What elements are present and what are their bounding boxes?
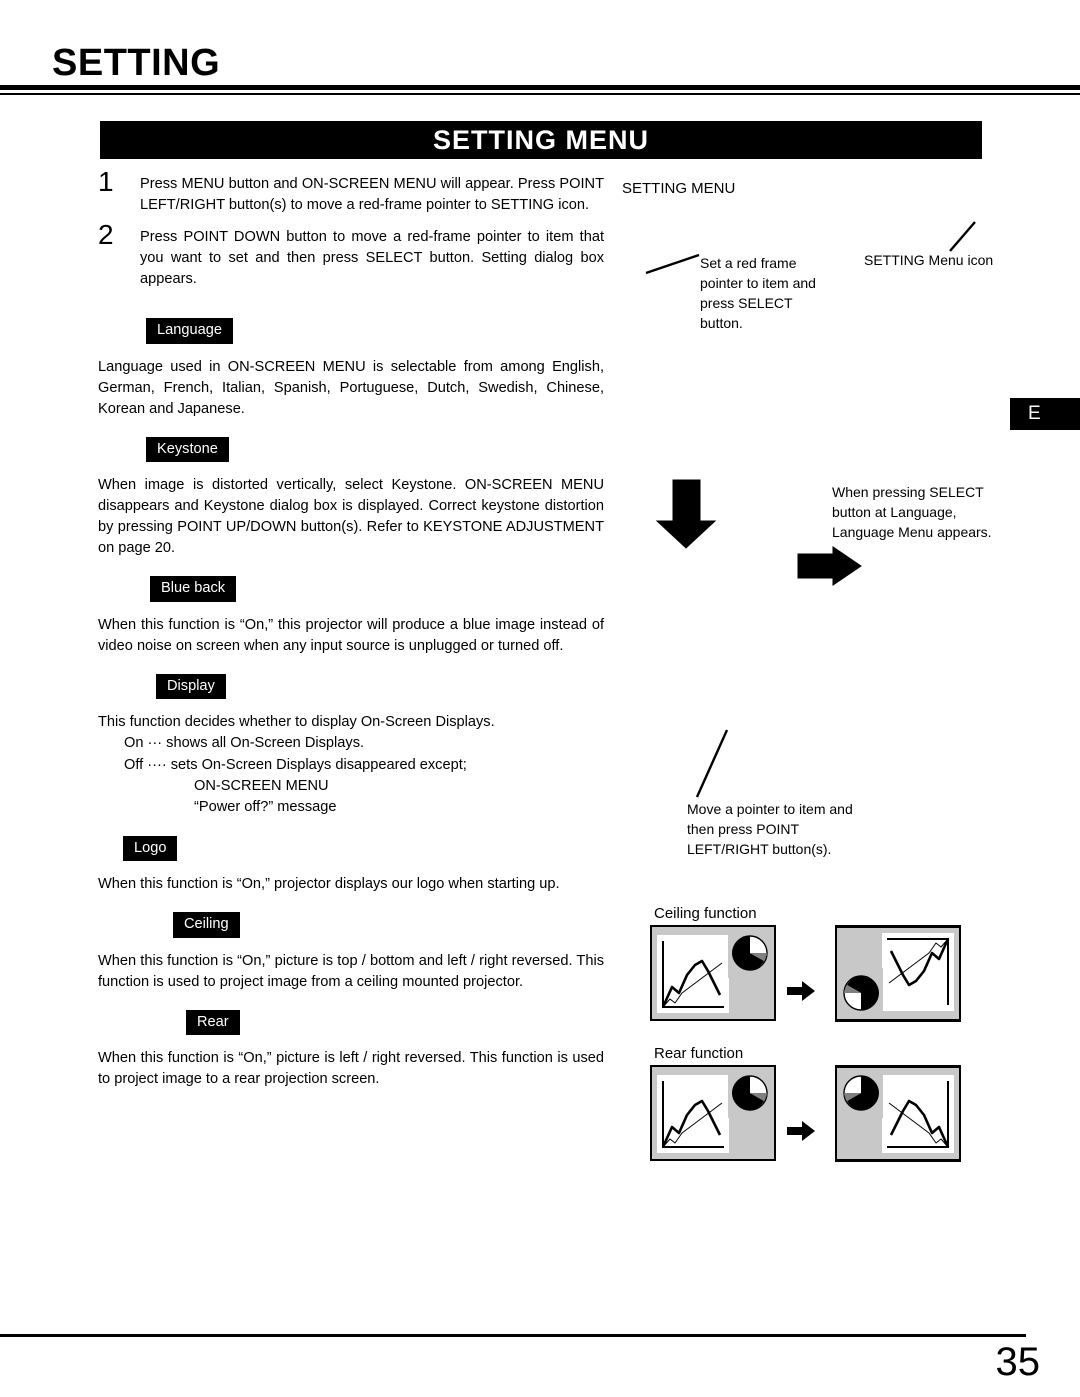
page-number: 35 xyxy=(995,1340,1041,1384)
document-page: SETTING SETTING MENU E 1 Press MENU butt… xyxy=(0,0,1080,1397)
step-text: Press POINT DOWN button to move a red-fr… xyxy=(140,229,604,287)
section-blue-back: Blue back When this function is “On,” th… xyxy=(98,559,604,657)
annotation-select-language: When pressing SELECT button at Language,… xyxy=(832,484,992,541)
annotation-set-red-frame: Set a red frame pointer to item and pres… xyxy=(700,255,816,332)
arrow-right-icon xyxy=(787,1121,815,1141)
step-number: 2 xyxy=(98,219,114,250)
annotation-setting-menu-caption: SETTING MENU xyxy=(622,180,736,197)
step-1: 1 Press MENU button and ON-SCREEN MENU w… xyxy=(98,168,604,216)
section-tag-blue-back: Blue back xyxy=(150,576,237,602)
rear-after-panel xyxy=(835,1065,961,1161)
display-option-off-item-1: ON-SCREEN MENU xyxy=(194,777,329,794)
pie-icon xyxy=(843,975,879,1011)
section-body-display: This function decides whether to display… xyxy=(98,714,495,731)
section-tag-keystone: Keystone xyxy=(146,436,229,463)
main-text-column: 1 Press MENU button and ON-SCREEN MENU w… xyxy=(98,168,604,1091)
section-display: Display This function decides whether to… xyxy=(98,657,604,819)
pie-icon xyxy=(732,935,768,971)
section-body-logo: When this function is “On,” projector di… xyxy=(98,876,560,893)
step-text: Press MENU button and ON-SCREEN MENU wil… xyxy=(140,176,604,213)
rear-function-diagram xyxy=(650,1065,961,1162)
annotation-setting-menu-icon: SETTING Menu icon xyxy=(864,252,994,268)
display-option-off-item-2: “Power off?” message xyxy=(194,799,337,816)
header-rule-thin xyxy=(0,93,1080,95)
section-tag-language: Language xyxy=(146,318,233,344)
diagram-label-rear: Rear function xyxy=(654,1045,744,1062)
section-tag-ceiling: Ceiling xyxy=(173,912,240,938)
page-title: SETTING xyxy=(52,42,221,84)
step-2: 2 Press POINT DOWN button to move a red-… xyxy=(98,221,604,290)
header-rule-thick xyxy=(0,85,1080,90)
section-banner: SETTING MENU xyxy=(100,121,982,159)
rear-before-panel xyxy=(650,1065,776,1161)
arrow-down-icon xyxy=(655,479,717,549)
diagram-label-ceiling: Ceiling function xyxy=(654,905,757,922)
section-language: Language Language used in ON-SCREEN MENU… xyxy=(98,301,604,420)
pie-icon xyxy=(732,1075,768,1111)
section-body-ceiling: When this function is “On,” picture is t… xyxy=(98,952,604,990)
ceiling-function-diagram xyxy=(650,925,961,1022)
display-option-off: Off ···· sets On-Screen Displays disappe… xyxy=(124,756,467,773)
arrow-right-icon xyxy=(797,546,862,586)
leader-line-set-red-frame xyxy=(645,253,700,275)
section-body-language: Language used in ON-SCREEN MENU is selec… xyxy=(98,358,604,417)
leader-line-setting-menu-icon xyxy=(949,221,976,252)
section-ceiling: Ceiling When this function is “On,” pict… xyxy=(98,895,604,993)
section-body-rear: When this function is “On,” picture is l… xyxy=(98,1050,604,1088)
section-keystone: Keystone When image is distorted vertica… xyxy=(98,420,604,560)
section-tag-logo: Logo xyxy=(123,835,178,862)
annotation-move-pointer: Move a pointer to item and then press PO… xyxy=(687,801,853,858)
leader-line-move-pointer xyxy=(695,729,729,798)
section-tag-display: Display xyxy=(156,673,226,700)
section-body-blue-back: When this function is “On,” this project… xyxy=(98,616,604,654)
edge-marker-e: E xyxy=(1010,398,1080,430)
arrow-right-icon xyxy=(787,981,815,1001)
ceiling-after-panel xyxy=(835,925,961,1021)
section-rear: Rear When this function is “On,” picture… xyxy=(98,993,604,1091)
section-logo: Logo When this function is “On,” project… xyxy=(98,819,604,896)
footer-rule xyxy=(0,1334,1026,1337)
section-tag-rear: Rear xyxy=(186,1009,240,1036)
display-option-on: On ··· shows all On-Screen Displays. xyxy=(124,735,365,752)
pie-icon xyxy=(843,1075,879,1111)
section-body-keystone: When image is distorted vertically, sele… xyxy=(98,477,604,557)
step-number: 1 xyxy=(98,166,114,197)
ceiling-before-panel xyxy=(650,925,776,1021)
